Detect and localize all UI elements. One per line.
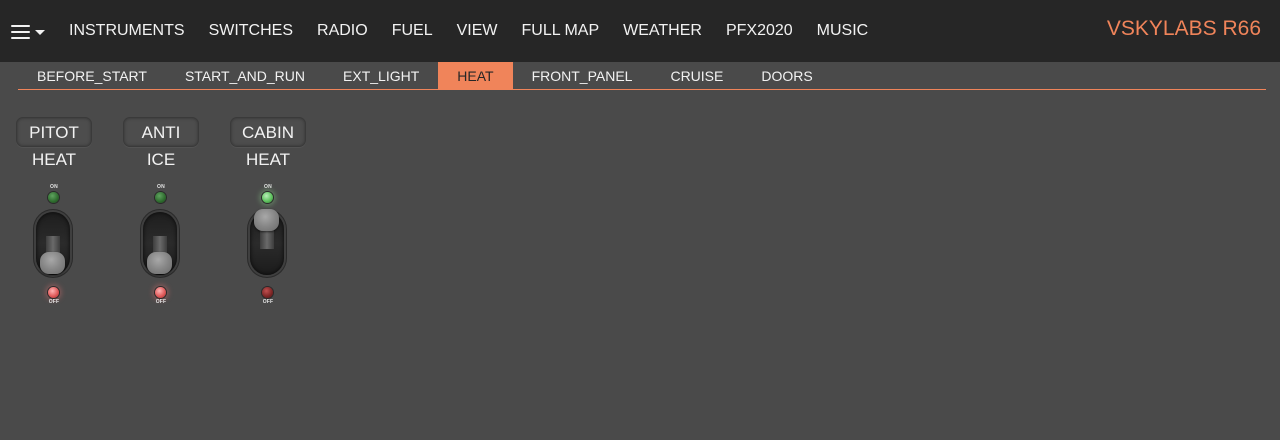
cabin-heat-toggle[interactable] xyxy=(250,209,284,275)
anti-ice-switch-panel: ANTI ICE ON OFF xyxy=(123,117,199,307)
on-indicator-led xyxy=(155,192,166,203)
pitot-heat-toggle[interactable] xyxy=(36,212,70,275)
menu-toggle-button[interactable] xyxy=(11,16,45,46)
nav-item-full-map[interactable]: FULL MAP xyxy=(521,22,599,40)
on-caption: ON xyxy=(264,184,272,190)
on-indicator-led xyxy=(48,192,59,203)
nav-item-fuel[interactable]: FUEL xyxy=(392,22,433,40)
off-caption: OFF xyxy=(48,299,60,305)
tab-start-and-run[interactable]: START_AND_RUN xyxy=(166,62,324,89)
switch-label-top: ANTI xyxy=(123,117,199,147)
tab-doors[interactable]: DOORS xyxy=(742,62,831,89)
on-caption: ON xyxy=(50,184,58,190)
page: INSTRUMENTS SWITCHES RADIO FUEL VIEW FUL… xyxy=(0,0,1280,440)
brand-title: VSKYLABS R66 xyxy=(1106,17,1261,40)
top-nav-bar: INSTRUMENTS SWITCHES RADIO FUEL VIEW FUL… xyxy=(0,0,1280,62)
nav-item-switches[interactable]: SWITCHES xyxy=(209,22,293,40)
tab-ext-light[interactable]: EXT_LIGHT xyxy=(324,62,438,89)
cabin-heat-switch-panel: CABIN HEAT ON OFF xyxy=(230,117,306,307)
subtab-bar: BEFORE_START START_AND_RUN EXT_LIGHT HEA… xyxy=(18,62,1266,90)
switch-label-bottom: ICE xyxy=(146,150,176,169)
toggle-knob xyxy=(40,252,65,274)
off-indicator-led xyxy=(262,287,273,298)
off-indicator-led xyxy=(48,287,59,298)
hamburger-menu-icon xyxy=(11,24,30,39)
toggle-knob xyxy=(254,209,279,231)
on-caption: ON xyxy=(157,184,165,190)
nav-item-pfx2020[interactable]: PFX2020 xyxy=(726,22,793,40)
nav-item-view[interactable]: VIEW xyxy=(457,22,498,40)
on-indicator-led xyxy=(262,192,273,203)
toggle-knob xyxy=(147,252,172,274)
off-caption: OFF xyxy=(262,299,274,305)
tab-heat[interactable]: HEAT xyxy=(438,62,513,89)
nav-menu: INSTRUMENTS SWITCHES RADIO FUEL VIEW FUL… xyxy=(69,0,892,62)
tab-before-start[interactable]: BEFORE_START xyxy=(18,62,166,89)
caret-down-icon xyxy=(35,29,45,35)
tab-cruise[interactable]: CRUISE xyxy=(651,62,742,89)
nav-item-instruments[interactable]: INSTRUMENTS xyxy=(69,22,185,40)
switch-label-bottom: HEAT xyxy=(31,150,77,169)
off-caption: OFF xyxy=(155,299,167,305)
switch-label-top: CABIN xyxy=(230,117,306,147)
tab-front-panel[interactable]: FRONT_PANEL xyxy=(513,62,652,89)
switch-label-top: PITOT xyxy=(16,117,92,147)
anti-ice-toggle[interactable] xyxy=(143,212,177,275)
pitot-heat-switch-panel: PITOT HEAT ON OFF xyxy=(16,117,92,307)
nav-item-weather[interactable]: WEATHER xyxy=(623,22,702,40)
switch-label-bottom: HEAT xyxy=(245,150,291,169)
off-indicator-led xyxy=(155,287,166,298)
nav-item-music[interactable]: MUSIC xyxy=(817,22,869,40)
nav-item-radio[interactable]: RADIO xyxy=(317,22,368,40)
